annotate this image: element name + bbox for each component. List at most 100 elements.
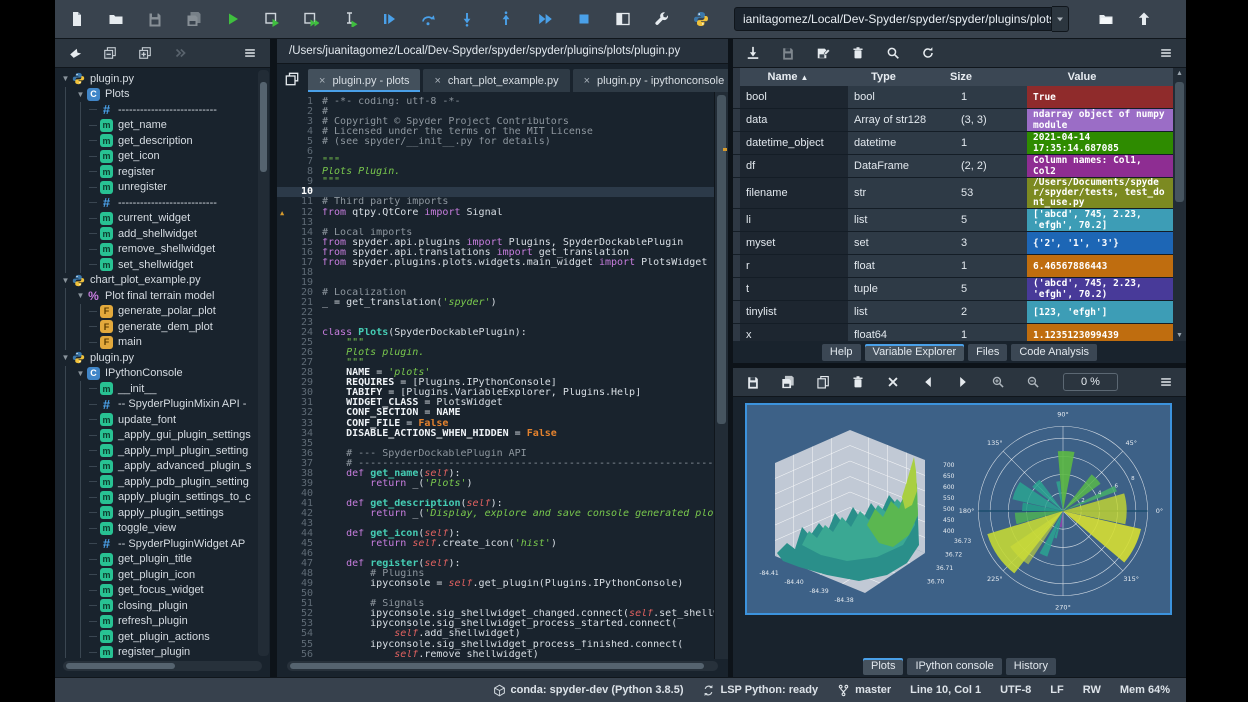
variable-row-df[interactable]: df DataFrame (2, 2) Column names: Col1, …	[733, 155, 1173, 178]
save-icon[interactable]	[779, 44, 797, 62]
tab-history[interactable]: History	[1006, 658, 1056, 675]
expander-icon[interactable]: ▼	[59, 353, 72, 362]
tab-variable-explorer[interactable]: Variable Explorer	[865, 344, 965, 361]
code-line-19[interactable]: 19	[277, 278, 715, 288]
step-over-icon[interactable]	[418, 9, 438, 29]
code-line-26[interactable]: 26 Plots plugin.	[277, 348, 715, 358]
outline-item-apply-plugin-settings-to-c[interactable]: mapply_plugin_settings_to_c	[55, 490, 270, 506]
status-rw[interactable]: RW	[1083, 684, 1101, 696]
tab-files[interactable]: Files	[968, 344, 1007, 361]
code-line-12[interactable]: ▲12from qtpy.QtCore import Signal	[277, 208, 715, 218]
code-line-46[interactable]: 46	[277, 549, 715, 559]
close-all-icon[interactable]	[884, 373, 902, 391]
working-directory-input[interactable]: ianitagomez/Local/Dev-Spyder/spyder/spyd…	[734, 7, 1052, 31]
outline-vertical-scrollbar[interactable]	[258, 70, 269, 656]
outline-item-register[interactable]: mregister	[55, 164, 270, 180]
tab-help[interactable]: Help	[822, 344, 861, 361]
plot-thumbnail-selected[interactable]: 70065060055050045040036.7336.7236.7136.7…	[745, 403, 1172, 615]
code-line-6[interactable]: 6	[277, 147, 715, 157]
code-line-11[interactable]: 11# Third party imports	[277, 197, 715, 207]
code-line-56[interactable]: 56 self.remove_shellwidget)	[277, 650, 715, 659]
code-line-16[interactable]: 16from spyder.api.translations import ge…	[277, 248, 715, 258]
expander-icon[interactable]: ▼	[59, 276, 72, 285]
column-header-type[interactable]: Type	[836, 71, 931, 83]
outline-item-chart-plot-example-py[interactable]: ▼chart_plot_example.py	[55, 273, 270, 289]
variable-value[interactable]: 2021-04-14 17:35:14.687085	[1027, 132, 1173, 154]
variable-row-filename[interactable]: filename str 53 /Users/Documents/spyder/…	[733, 178, 1173, 209]
code-line-15[interactable]: 15from spyder.api.plugins import Plugins…	[277, 238, 715, 248]
outline-item--[interactable]: #---------------------------	[55, 195, 270, 211]
variable-row-datetime_object[interactable]: datetime_object datetime 1 2021-04-14 17…	[733, 132, 1173, 155]
outline-item-add-shellwidget[interactable]: madd_shellwidget	[55, 226, 270, 242]
zoom-in-icon[interactable]	[989, 373, 1007, 391]
trash-icon[interactable]	[849, 373, 867, 391]
outline-item--init-[interactable]: m__init__	[55, 381, 270, 397]
variable-value[interactable]: Column names: Col1, Col2	[1027, 155, 1173, 177]
save-as-icon[interactable]	[814, 44, 832, 62]
code-line-32[interactable]: 32 CONF_SECTION = NAME	[277, 408, 715, 418]
variable-value[interactable]: 6.46567886443	[1027, 255, 1173, 277]
outline-item--spyderpluginwidget-ap[interactable]: #-- SpyderPluginWidget AP	[55, 536, 270, 552]
code-line-25[interactable]: 25 """	[277, 338, 715, 348]
open-file-icon[interactable]	[106, 9, 126, 29]
variable-row-x[interactable]: x float64 1 1.1235123099439	[733, 324, 1173, 341]
new-file-icon[interactable]	[67, 9, 87, 29]
variable-value[interactable]: ndarray object of numpy module	[1027, 109, 1173, 131]
variable-row-bool[interactable]: bool bool 1 True	[733, 86, 1173, 109]
variable-value[interactable]: ['abcd', 745, 2.23, 'efgh', 70.2]	[1027, 209, 1173, 231]
outline-item-generate-dem-plot[interactable]: Fgenerate_dem_plot	[55, 319, 270, 335]
import-icon[interactable]	[744, 44, 762, 62]
variable-row-t[interactable]: t tuple 5 ('abcd', 745, 2.23, 'efgh', 70…	[733, 278, 1173, 301]
menu-icon[interactable]	[241, 44, 259, 62]
search-icon[interactable]	[884, 44, 902, 62]
code-line-52[interactable]: 52 ipyconsole.sig_shellwidget_changed.co…	[277, 609, 715, 619]
code-line-34[interactable]: 34 DISABLE_ACTIONS_WHEN_HIDDEN = False	[277, 429, 715, 439]
column-header-name[interactable]: Name ▲	[740, 71, 836, 83]
trash-icon[interactable]	[849, 44, 867, 62]
code-line-29[interactable]: 29 REQUIRES = [Plugins.IPythonConsole]	[277, 378, 715, 388]
status-master[interactable]: master	[837, 684, 891, 697]
status-conda[interactable]: conda: spyder-dev (Python 3.8.5)	[493, 684, 684, 697]
splitter-outline-editor[interactable]	[270, 39, 277, 677]
zoom-out-icon[interactable]	[1024, 373, 1042, 391]
directory-dropdown-button[interactable]	[1052, 6, 1069, 32]
code-line-20[interactable]: 20# Localization	[277, 288, 715, 298]
outline-item-set-shellwidget[interactable]: mset_shellwidget	[55, 257, 270, 273]
step-into-icon[interactable]	[457, 9, 477, 29]
outline-item-get-name[interactable]: mget_name	[55, 118, 270, 134]
editor-tab-1[interactable]: ×chart_plot_example.py	[423, 69, 569, 92]
browse-tabs-icon[interactable]	[282, 69, 302, 89]
status-utf-8[interactable]: UTF-8	[1000, 684, 1031, 696]
outline-item-register-plugin[interactable]: mregister_plugin	[55, 645, 270, 659]
save-icon[interactable]	[744, 373, 762, 391]
variable-row-data[interactable]: data Array of str128 (3, 3) ndarray obje…	[733, 109, 1173, 132]
code-line-14[interactable]: 14# Local imports	[277, 228, 715, 238]
variable-value[interactable]: True	[1027, 86, 1173, 108]
outline-item-remove-shellwidget[interactable]: mremove_shellwidget	[55, 242, 270, 258]
variable-value[interactable]: {'2', '1', '3'}	[1027, 232, 1173, 254]
code-line-51[interactable]: 51 # Signals	[277, 599, 715, 609]
outline-item-get-plugin-actions[interactable]: mget_plugin_actions	[55, 629, 270, 645]
outline-item-current-widget[interactable]: mcurrent_widget	[55, 211, 270, 227]
tab-code-analysis[interactable]: Code Analysis	[1011, 344, 1097, 361]
tab-ipython-console[interactable]: IPython console	[907, 658, 1001, 675]
outline-item--apply-pdb-plugin-setting[interactable]: m_apply_pdb_plugin_setting	[55, 474, 270, 490]
editor-vertical-scrollbar[interactable]	[714, 92, 728, 659]
outline-item--spyderpluginmixin-api-[interactable]: #-- SpyderPluginMixin API -	[55, 397, 270, 413]
editor-tab-0[interactable]: ×plugin.py - plots	[308, 69, 420, 92]
code-line-43[interactable]: 43	[277, 519, 715, 529]
stop-icon[interactable]	[574, 9, 594, 29]
code-line-31[interactable]: 31 WIDGET_CLASS = PlotsWidget	[277, 398, 715, 408]
preferences-icon[interactable]	[652, 9, 672, 29]
editor-horizontal-scrollbar[interactable]	[287, 661, 718, 671]
tab-plots[interactable]: Plots	[863, 658, 903, 675]
maximize-pane-icon[interactable]	[613, 9, 633, 29]
variable-row-tinylist[interactable]: tinylist list 2 [123, 'efgh']	[733, 301, 1173, 324]
expander-icon[interactable]: ▼	[74, 291, 87, 300]
code-line-9[interactable]: 9"""	[277, 177, 715, 187]
code-line-17[interactable]: 17from spyder.plugins.plots.widgets.main…	[277, 258, 715, 268]
code-line-4[interactable]: 4# Licensed under the terms of the MIT L…	[277, 127, 715, 137]
code-line-44[interactable]: 44 def get_icon(self):	[277, 529, 715, 539]
status-lsp[interactable]: LSP Python: ready	[702, 684, 818, 697]
code-line-47[interactable]: 47 def register(self):	[277, 559, 715, 569]
